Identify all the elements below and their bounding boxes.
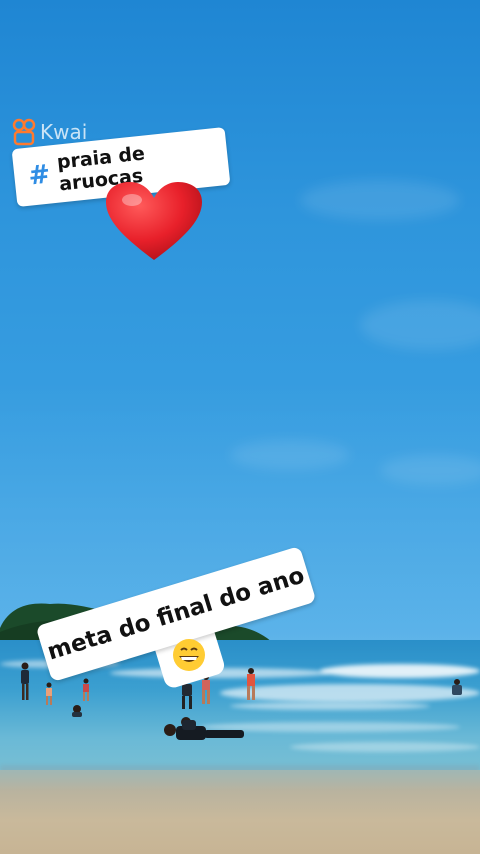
beachgoer [21,662,29,700]
wave [320,664,480,678]
beachgoer [72,705,82,717]
cloud [380,455,480,485]
sand [0,770,480,854]
cloud [230,440,350,470]
cloud [360,300,480,350]
red-heart-icon [106,182,202,260]
beachgoer-lying [164,717,244,740]
beach-photo: Kwai # praia de aruocas meta do final do… [0,0,480,854]
wave [220,684,480,702]
wave [230,702,430,710]
beachgoer [83,678,89,701]
kwai-brand-text: Kwai [40,120,88,144]
cloud [300,180,460,220]
wave [290,742,480,752]
beachgoer [247,668,255,700]
grinning-face-icon [173,639,205,671]
hashtag-symbol: # [26,159,52,192]
beachgoer [46,682,52,705]
kwai-logo-icon [12,118,36,146]
beachgoer [452,679,462,695]
